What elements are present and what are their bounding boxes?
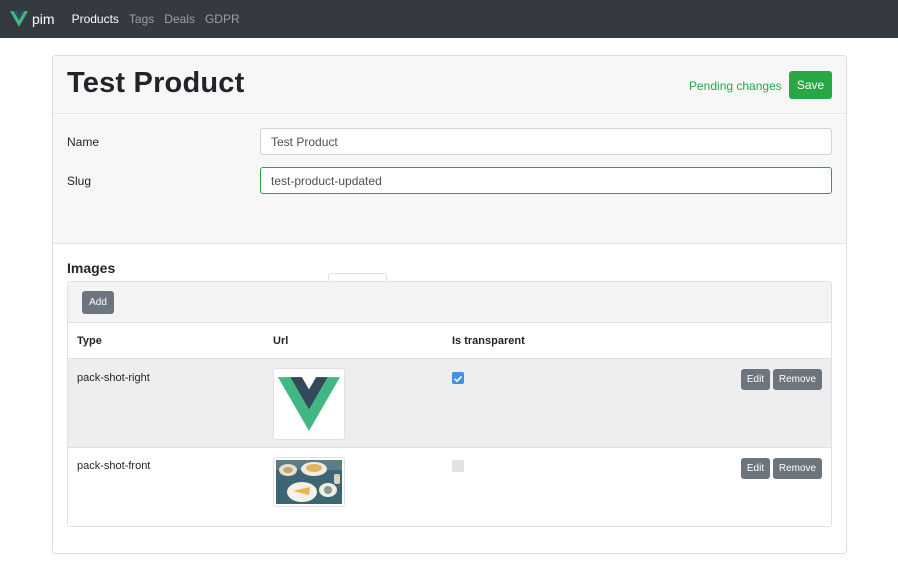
images-toolbar: Add xyxy=(68,282,831,323)
food-photo-image xyxy=(276,460,342,504)
product-card: Test Product Pending changes Save Name S… xyxy=(52,55,847,554)
pending-changes-status: Pending changes xyxy=(689,79,782,93)
nav-link-tags[interactable]: Tags xyxy=(129,12,154,26)
is-transparent-checkbox[interactable] xyxy=(452,460,464,472)
card-header: Test Product Pending changes Save xyxy=(53,56,846,114)
brand-name: pim xyxy=(32,11,55,27)
slug-label: Slug xyxy=(67,174,92,188)
image-thumbnail[interactable] xyxy=(273,457,345,507)
table-row: pack-shot-front Edit Remove xyxy=(68,448,831,526)
column-header-type: Type xyxy=(77,335,102,347)
nav-links: Products Tags Deals GDPR xyxy=(72,12,250,26)
slug-input[interactable] xyxy=(260,167,832,194)
checkmark-icon xyxy=(454,376,462,382)
column-header-is-transparent: Is transparent xyxy=(452,335,525,347)
add-image-button[interactable]: Add xyxy=(82,291,114,314)
column-header-url: Url xyxy=(273,335,289,347)
edit-image-button[interactable]: Edit xyxy=(741,458,770,479)
images-section-title: Images xyxy=(67,260,116,276)
images-table-container: Add Type Url Is transparent pack-shot-ri… xyxy=(67,281,832,527)
edit-image-button[interactable]: Edit xyxy=(741,369,770,390)
vue-logo-icon xyxy=(10,11,28,27)
page-title: Test Product xyxy=(67,67,245,99)
brand[interactable]: pim xyxy=(10,0,55,38)
top-navbar: pim Products Tags Deals GDPR xyxy=(0,0,898,38)
nav-link-gdpr[interactable]: GDPR xyxy=(205,12,240,26)
vue-logo-icon xyxy=(278,377,340,431)
product-form: Name Slug Content Nutrition Labels Stora… xyxy=(53,115,846,304)
save-button[interactable]: Save xyxy=(789,71,832,99)
table-row: pack-shot-right Edit Remove xyxy=(68,359,831,448)
image-type: pack-shot-right xyxy=(77,372,150,384)
nav-link-products[interactable]: Products xyxy=(72,12,119,26)
nav-link-deals[interactable]: Deals xyxy=(164,12,195,26)
name-label: Name xyxy=(67,135,100,149)
image-type: pack-shot-front xyxy=(77,460,151,472)
name-input[interactable] xyxy=(260,128,832,155)
image-thumbnail[interactable] xyxy=(273,368,345,440)
remove-image-button[interactable]: Remove xyxy=(773,458,822,479)
remove-image-button[interactable]: Remove xyxy=(773,369,822,390)
is-transparent-checkbox[interactable] xyxy=(452,372,464,384)
